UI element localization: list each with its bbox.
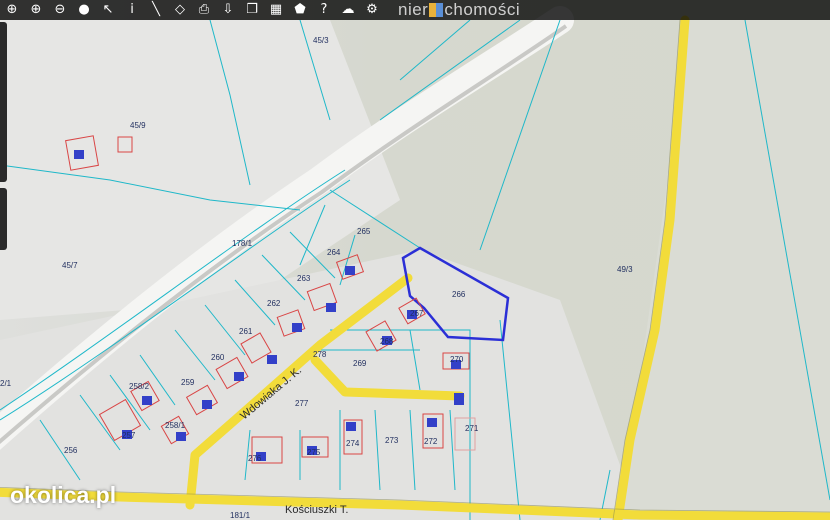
help-icon[interactable]: ? [312, 0, 336, 20]
parcel-label: 269 [353, 359, 367, 368]
parcel-label: 262 [267, 299, 281, 308]
parcel-label: 277 [295, 399, 309, 408]
street-label-kosciuszki: Kościuszki T. [285, 504, 348, 516]
parcel-label: 271 [465, 424, 479, 433]
parcel-label: 276 [248, 454, 262, 463]
parcel-label: 270 [450, 355, 464, 364]
parcel-label: 260 [211, 353, 225, 362]
zoom-in-icon[interactable]: ⊕ [24, 0, 48, 20]
parcel-label: 274 [346, 439, 360, 448]
layers-icon[interactable]: ❐ [240, 0, 264, 20]
settings-icon[interactable]: ⚙ [360, 0, 384, 20]
full-extent-icon[interactable]: ● [72, 0, 96, 20]
zoom-out-icon[interactable]: ⊖ [48, 0, 72, 20]
parcel-label: 45/3 [313, 36, 329, 45]
parcel-label: 266 [452, 290, 466, 299]
layout-icon[interactable]: ▦ [264, 0, 288, 20]
parcel-label: 2/1 [0, 379, 12, 388]
measure-area-icon[interactable]: ◇ [168, 0, 192, 20]
parcel-label: 261 [239, 327, 253, 336]
parcel-label: 259 [181, 378, 195, 387]
cloud-icon[interactable]: ☁ [336, 0, 360, 20]
download-icon[interactable]: ⇩ [216, 0, 240, 20]
parcel-label: 263 [297, 274, 311, 283]
measure-line-icon[interactable]: ╲ [144, 0, 168, 20]
brand-logo-icon [429, 3, 444, 17]
parcel-label: 267 [410, 309, 424, 318]
map-canvas[interactable]: 45/3 45/9 45/7 178/1 265 264 263 262 261… [0, 0, 830, 520]
parcel-label: 178/1 [232, 239, 253, 248]
parcel-label: 278 [313, 350, 327, 359]
parcel-label: 258/2 [129, 382, 150, 391]
parcel-label: 45/9 [130, 121, 146, 130]
parcel-label: 265 [357, 227, 371, 236]
side-panel-handle-bottom[interactable] [0, 188, 7, 250]
parcel-label: 257 [122, 431, 136, 440]
side-panel-handle-top[interactable] [0, 22, 7, 182]
parcel-label: 181/1 [230, 511, 251, 520]
pointer-icon[interactable]: ↖ [96, 0, 120, 20]
parcel-label: 268 [380, 337, 394, 346]
globe-icon[interactable]: ⊕ [0, 0, 24, 20]
parcel-label: 256 [64, 446, 78, 455]
parcel-label: 273 [385, 436, 399, 445]
parcel-label: 264 [327, 248, 341, 257]
print-icon[interactable]: ⎙ [192, 0, 216, 20]
parcel-label: 258/1 [165, 421, 186, 430]
parcel-label: 49/3 [617, 265, 633, 274]
shape-icon[interactable]: ⬟ [288, 0, 312, 20]
parcel-label: 45/7 [62, 261, 78, 270]
watermark: okolica.pl [10, 482, 117, 508]
brand-logo: nier chomości [398, 0, 521, 19]
parcel-label: 275 [307, 448, 321, 457]
info-icon[interactable]: i [120, 0, 144, 20]
parcel-label: 272 [424, 437, 438, 446]
